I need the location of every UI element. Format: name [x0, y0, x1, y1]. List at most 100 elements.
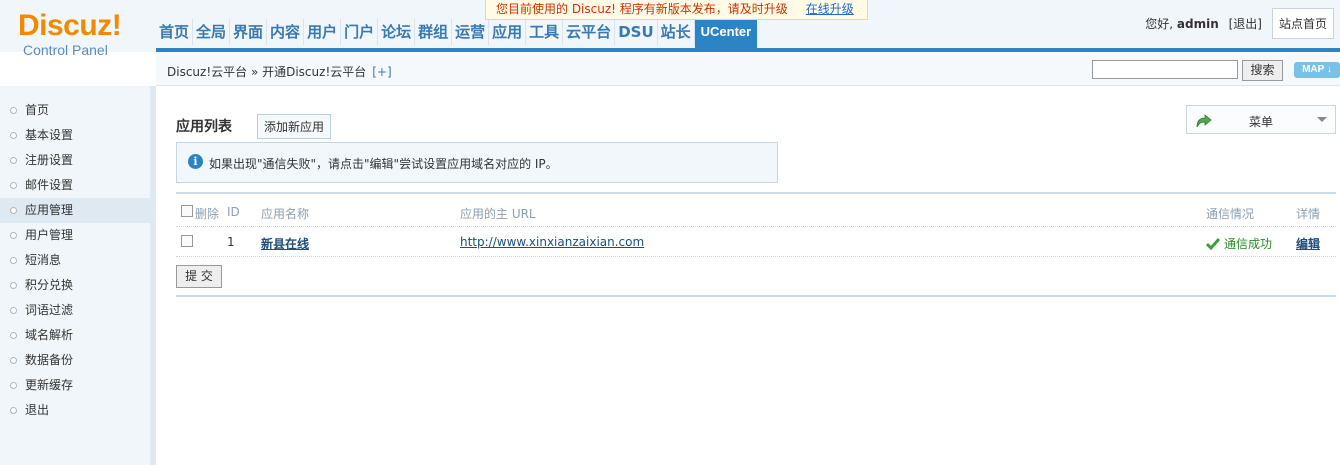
bullet-icon [10, 282, 17, 289]
sidebar-item-label: 基本设置 [25, 128, 74, 142]
nav-content[interactable]: 内容 [267, 19, 305, 45]
upgrade-notice-text: 您目前使用的 Discuz! 程序有新版本发布，请及时升级 [496, 2, 788, 16]
logo-subtitle: Control Panel [23, 42, 108, 58]
nav-home[interactable]: 首页 [156, 19, 194, 45]
greeting-text: 您好, [1145, 17, 1174, 31]
menu-label: 菜单 [1249, 115, 1274, 129]
col-url: 应用的主 URL [460, 207, 536, 221]
sidebar-item-exit[interactable]: 退出 [0, 398, 150, 423]
col-id: ID [227, 205, 240, 219]
bullet-icon [10, 132, 17, 139]
breadcrumb-path: Discuz!云平台 » 开通Discuz!云平台 [167, 65, 367, 79]
nav-cloud[interactable]: 云平台 [563, 19, 616, 45]
info-tip: i 如果出现"通信失败"，请点击"编辑"尝试设置应用域名对应的 IP。 [176, 142, 778, 183]
sidebar-item-label: 积分兑换 [25, 278, 74, 292]
tip-text: 如果出现"通信失败"，请点击"编辑"尝试设置应用域名对应的 IP。 [209, 157, 558, 171]
bullet-icon [10, 357, 17, 364]
bullet-icon [10, 232, 17, 239]
sidebar-item-basic-settings[interactable]: 基本设置 [0, 123, 150, 148]
breadcrumb: Discuz!云平台 » 开通Discuz!云平台 [+] [167, 63, 392, 80]
sidebar-item-word-filter[interactable]: 词语过滤 [0, 298, 150, 323]
sidebar-item-label: 首页 [25, 103, 50, 117]
table-bottom-border [176, 295, 1336, 297]
main-content: 应用列表 添加新应用 菜单 i 如果出现"通信失败"，请点击"编辑"尝试设置应用… [156, 86, 1340, 465]
sidebar-item-label: 注册设置 [25, 153, 74, 167]
bullet-icon [10, 332, 17, 339]
nav-ucenter[interactable]: UCenter [694, 19, 758, 48]
bullet-icon [10, 182, 17, 189]
upgrade-online-link[interactable]: 在线升级 [806, 2, 854, 16]
page-title: 应用列表 [176, 119, 232, 135]
sidebar-item-label: 用户管理 [25, 228, 74, 242]
app-name-link[interactable]: 新县在线 [261, 235, 309, 252]
logo-text: Discuz! [18, 9, 122, 42]
select-all-checkbox[interactable] [181, 205, 193, 217]
user-bar: 您好, admin [退出] 站点首页 [1145, 8, 1334, 39]
map-button[interactable]: MAP ↓ [1294, 62, 1340, 78]
nav-interface[interactable]: 界面 [230, 19, 268, 45]
edit-link[interactable]: 编辑 [1296, 235, 1320, 252]
sidebar-item-register-settings[interactable]: 注册设置 [0, 148, 150, 173]
nav-webmaster[interactable]: 站长 [658, 19, 695, 45]
sidebar-item-home[interactable]: 首页 [0, 98, 150, 123]
app-url-link[interactable]: http://www.xinxianzaixian.com [460, 235, 644, 249]
top-nav: 首页 全局 界面 内容 用户 门户 论坛 群组 运营 应用 工具 云平台 DSU… [156, 19, 758, 48]
sidebar-item-domain-resolve[interactable]: 域名解析 [0, 323, 150, 348]
sidebar-item-label: 应用管理 [25, 203, 74, 217]
sidebar-item-messages[interactable]: 短消息 [0, 248, 150, 273]
add-app-button[interactable]: 添加新应用 [257, 114, 332, 139]
row-delete-checkbox[interactable] [181, 235, 193, 247]
nav-global[interactable]: 全局 [193, 19, 231, 45]
nav-apps[interactable]: 应用 [489, 19, 527, 45]
sidebar-item-app-management[interactable]: 应用管理 [0, 198, 150, 223]
table-top-border [176, 192, 1336, 194]
discuz-logo[interactable]: Discuz! Control Panel [18, 9, 148, 59]
sidebar-item-label: 词语过滤 [25, 303, 74, 317]
nav-tools[interactable]: 工具 [526, 19, 564, 45]
sidebar-item-label: 域名解析 [25, 328, 74, 342]
nav-groups[interactable]: 群组 [415, 19, 453, 45]
nav-dsu[interactable]: DSU [615, 19, 658, 45]
sidebar-item-user-management[interactable]: 用户管理 [0, 223, 150, 248]
search-button[interactable]: 搜索 [1242, 60, 1283, 81]
sidebar-item-label: 退出 [25, 403, 50, 417]
sidebar-item-label: 更新缓存 [25, 378, 74, 392]
sidebar-item-mail-settings[interactable]: 邮件设置 [0, 173, 150, 198]
bullet-icon [10, 107, 17, 114]
sidebar-menu: 首页 基本设置 注册设置 邮件设置 应用管理 用户管理 短消息 积分兑换 词语过… [0, 98, 150, 423]
bullet-icon [10, 382, 17, 389]
header: Discuz! Control Panel 首页 全局 界面 内容 用户 门户 … [0, 0, 1340, 58]
row-id: 1 [227, 235, 235, 249]
sidebar-item-data-backup[interactable]: 数据备份 [0, 348, 150, 373]
sidebar-item-label: 数据备份 [25, 353, 74, 367]
col-status: 通信情况 [1206, 207, 1255, 221]
submit-button[interactable]: 提 交 [176, 265, 222, 288]
col-delete: 删除 [195, 207, 220, 221]
sidebar-item-update-cache[interactable]: 更新缓存 [0, 373, 150, 398]
username: admin [1176, 17, 1219, 31]
check-icon [1206, 238, 1220, 250]
nav-operations[interactable]: 运营 [452, 19, 490, 45]
col-name: 应用名称 [261, 207, 310, 221]
sidebar-item-credit-exchange[interactable]: 积分兑换 [0, 273, 150, 298]
info-icon: i [188, 154, 203, 169]
sub-header: Discuz!云平台 » 开通Discuz!云平台 [+] 搜索 MAP ↓ [156, 52, 1340, 86]
upgrade-notice: 您目前使用的 Discuz! 程序有新版本发布，请及时升级 在线升级 [485, 0, 868, 20]
add-shortcut-link[interactable]: [+] [372, 65, 391, 79]
bullet-icon [10, 157, 17, 164]
nav-forum[interactable]: 论坛 [378, 19, 416, 45]
share-arrow-icon [1196, 114, 1212, 128]
chevron-down-icon [1317, 117, 1327, 122]
bullet-icon [10, 307, 17, 314]
nav-portal[interactable]: 门户 [341, 19, 379, 45]
greeting: 您好, admin [退出] [1145, 15, 1262, 32]
sidebar-item-label: 邮件设置 [25, 178, 74, 192]
logout-link[interactable]: [退出] [1229, 17, 1262, 31]
search-input[interactable] [1092, 60, 1238, 79]
sidebar-item-label: 短消息 [25, 253, 62, 267]
nav-users[interactable]: 用户 [304, 19, 342, 45]
col-detail: 详情 [1296, 207, 1321, 221]
site-home-button[interactable]: 站点首页 [1271, 8, 1334, 39]
table-header: 删除 ID 应用名称 应用的主 URL 通信情况 详情 [176, 197, 1336, 227]
menu-dropdown[interactable]: 菜单 [1186, 105, 1336, 134]
